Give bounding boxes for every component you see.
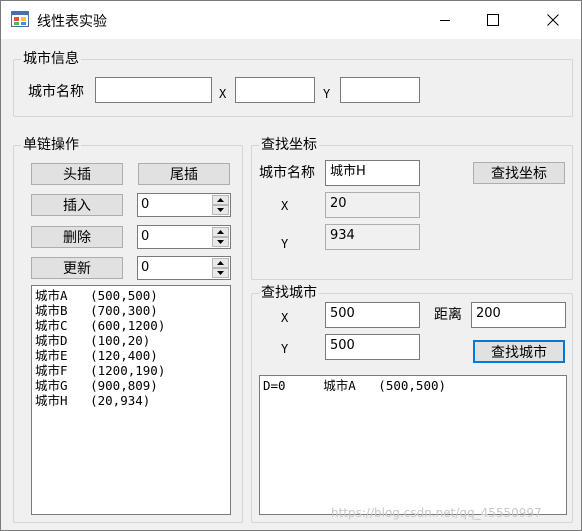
list-item[interactable]: 城市B (700,300) [35, 303, 227, 318]
update-index-value: 0 [141, 260, 150, 275]
find-city-y-label: Y [281, 342, 289, 356]
linked-ops-title: 单链操作 [21, 137, 81, 153]
stepper-down-icon[interactable] [212, 268, 229, 278]
y-label: Y [323, 87, 331, 101]
window-title: 线性表实验 [37, 14, 107, 30]
find-coord-name-input[interactable]: 城市H [325, 160, 420, 186]
x-label: X [219, 87, 227, 101]
stepper-up-icon[interactable] [212, 258, 229, 268]
city-name-label: 城市名称 [28, 84, 84, 100]
distance-input[interactable]: 200 [471, 302, 566, 328]
close-button[interactable] [529, 1, 577, 39]
find-coord-x-value: 20 [325, 192, 420, 218]
list-item[interactable]: 城市F (1200,190) [35, 363, 227, 378]
list-item[interactable]: 城市C (600,1200) [35, 318, 227, 333]
stepper-up-icon[interactable] [212, 227, 229, 237]
delete-index-value: 0 [141, 229, 150, 244]
find-city-title: 查找城市 [259, 285, 319, 301]
list-item[interactable]: 城市E (120,400) [35, 348, 227, 363]
stepper-up-icon[interactable] [212, 195, 229, 205]
title-bar: 线性表实验 [1, 1, 581, 39]
insert-index-stepper[interactable]: 0 [137, 193, 231, 217]
find-coord-name-label: 城市名称 [259, 165, 315, 181]
find-coord-y-label: Y [281, 237, 289, 251]
update-index-stepper[interactable]: 0 [137, 256, 231, 280]
y-input[interactable] [340, 77, 420, 103]
tail-insert-button[interactable]: 尾插 [138, 163, 230, 185]
find-coord-title: 查找坐标 [259, 137, 319, 153]
distance-label: 距离 [434, 307, 462, 323]
update-button[interactable]: 更新 [31, 257, 123, 279]
list-item[interactable]: 城市G (900,809) [35, 378, 227, 393]
app-icon [11, 11, 29, 27]
city-list[interactable]: 城市A (500,500) 城市B (700,300) 城市C (600,120… [31, 285, 231, 515]
x-input[interactable] [235, 77, 315, 103]
main-window: 线性表实验 城市信息 城市名称 X Y 单链操作 头插 尾插 插入 0 删除 0… [0, 0, 582, 531]
city-info-title: 城市信息 [21, 51, 81, 67]
list-item[interactable]: 城市H (20,934) [35, 393, 227, 408]
insert-index-value: 0 [141, 197, 150, 212]
maximize-button[interactable] [469, 1, 517, 39]
close-icon [547, 14, 559, 26]
head-insert-button[interactable]: 头插 [31, 163, 123, 185]
list-item[interactable]: 城市D (100,20) [35, 333, 227, 348]
find-city-y-input[interactable]: 500 [325, 334, 420, 360]
watermark: https://blog.csdn.net/qq_45550997 [331, 506, 542, 520]
minimize-icon [440, 20, 450, 21]
delete-index-stepper[interactable]: 0 [137, 225, 231, 249]
insert-button[interactable]: 插入 [31, 194, 123, 216]
find-city-results[interactable]: D=0 城市A (500,500) [259, 375, 567, 515]
find-city-x-input[interactable]: 500 [325, 302, 420, 328]
find-city-button[interactable]: 查找城市 [473, 340, 565, 363]
city-name-input[interactable] [95, 77, 212, 103]
find-coord-button[interactable]: 查找坐标 [473, 162, 565, 184]
stepper-down-icon[interactable] [212, 205, 229, 215]
find-coord-x-label: X [281, 199, 289, 213]
minimize-button[interactable] [421, 1, 469, 39]
stepper-down-icon[interactable] [212, 237, 229, 247]
list-item[interactable]: 城市A (500,500) [35, 288, 227, 303]
find-city-x-label: X [281, 311, 289, 325]
maximize-icon [487, 14, 499, 26]
delete-button[interactable]: 删除 [31, 226, 123, 248]
find-coord-y-value: 934 [325, 224, 420, 250]
list-item[interactable]: D=0 城市A (500,500) [263, 378, 563, 393]
